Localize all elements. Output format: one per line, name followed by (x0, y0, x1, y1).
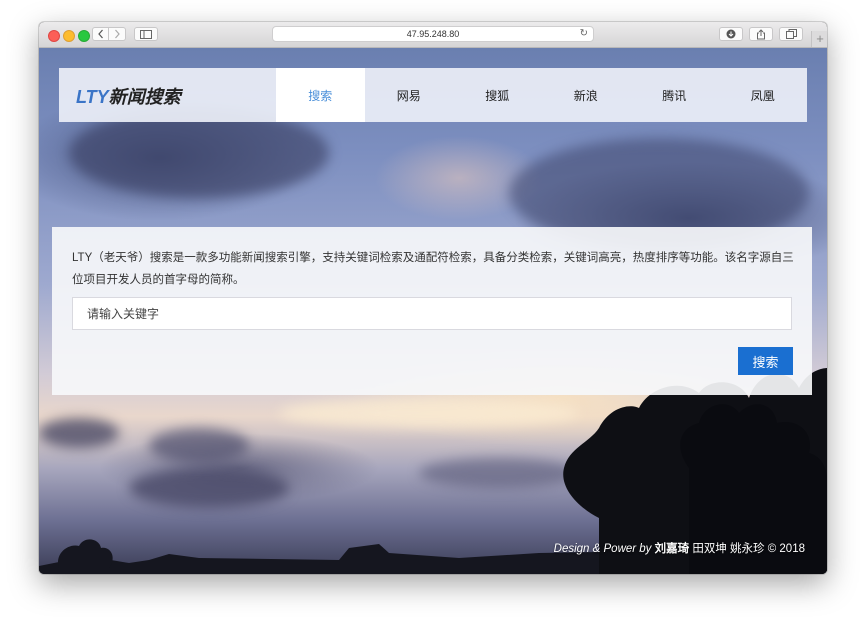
browser-titlebar: 47.95.248.80 ↻ + (39, 22, 827, 48)
logo-text-cn: 新闻搜索 (108, 87, 181, 107)
site-logo[interactable]: LTY新闻搜索 (76, 83, 181, 109)
logo-text-en: LTY (76, 87, 109, 107)
download-icon (726, 29, 736, 39)
browser-window: 47.95.248.80 ↻ + LTY新闻搜索 搜索 网易 搜狐 新浪 腾讯 … (39, 22, 827, 574)
tabs-icon (785, 29, 797, 39)
share-icon (757, 28, 765, 39)
chevron-right-icon (115, 29, 120, 39)
plus-icon: + (816, 31, 824, 46)
reload-icon[interactable]: ↻ (580, 28, 588, 39)
maximize-window-button[interactable] (78, 30, 90, 42)
downloads-button[interactable] (719, 27, 743, 41)
back-button[interactable] (92, 27, 109, 41)
nav-item-sina[interactable]: 新浪 (542, 68, 631, 122)
share-button[interactable] (749, 27, 773, 41)
nav-item-sohu[interactable]: 搜狐 (453, 68, 542, 122)
nav-item-tencent[interactable]: 腾讯 (630, 68, 719, 122)
minimize-window-button[interactable] (63, 30, 75, 42)
site-header: LTY新闻搜索 搜索 网易 搜狐 新浪 腾讯 凤凰 (59, 68, 807, 122)
site-nav: 搜索 网易 搜狐 新浪 腾讯 凤凰 (276, 68, 807, 122)
chevron-left-icon (97, 29, 103, 39)
footer-author-primary: 刘嘉琦 (654, 543, 690, 555)
nav-item-netease[interactable]: 网易 (365, 68, 454, 122)
search-panel: LTY（老天爷）搜索是一款多功能新闻搜索引擎，支持关键词检索及通配符检索，具备分… (52, 227, 812, 395)
footer-credit: Design & Power by 刘嘉琦 田双坤 姚永珍 © 2018 (554, 540, 805, 556)
search-description: LTY（老天爷）搜索是一款多功能新闻搜索引擎，支持关键词检索及通配符检索，具备分… (72, 252, 794, 286)
nav-item-ifeng[interactable]: 凤凰 (719, 68, 808, 122)
close-window-button[interactable] (48, 30, 60, 42)
show-tabs-button[interactable] (779, 27, 803, 41)
nav-item-search[interactable]: 搜索 (276, 68, 365, 122)
address-bar[interactable]: 47.95.248.80 ↻ (272, 26, 594, 42)
new-tab-button[interactable]: + (811, 31, 827, 47)
search-button[interactable]: 搜索 (738, 347, 793, 375)
page-viewport: LTY新闻搜索 搜索 网易 搜狐 新浪 腾讯 凤凰 LTY（老天爷）搜索是一款多… (39, 48, 827, 574)
forward-button[interactable] (109, 27, 126, 41)
sidebar-icon (140, 29, 152, 39)
url-text: 47.95.248.80 (406, 29, 460, 39)
search-input[interactable] (72, 297, 792, 330)
sidebar-toggle-button[interactable] (134, 27, 158, 41)
footer-authors-others: 田双坤 姚永珍 © 2018 (692, 543, 805, 555)
footer-design-text: Design & Power by (553, 543, 652, 555)
